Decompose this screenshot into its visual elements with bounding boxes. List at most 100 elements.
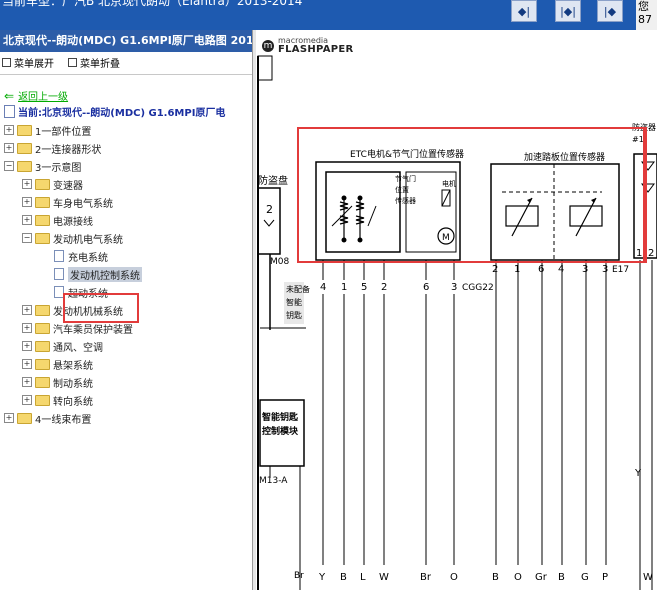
wire-color-gr: Gr [535, 572, 548, 583]
tree-item-body-electrical[interactable]: + 车身电气系统 [22, 194, 113, 210]
tree-item-suspension[interactable]: + 悬架系统 [22, 356, 93, 372]
wire-color-o: O [450, 572, 458, 583]
m08-label: M08 [270, 257, 289, 267]
tree-item-schematics[interactable]: − 3一示意图 [4, 158, 81, 174]
folder-icon [35, 196, 50, 208]
apps-pin-2: 2 [492, 264, 498, 275]
wire-color-b2: B [492, 572, 499, 583]
tree-item-label: 悬架系统 [53, 360, 93, 372]
tree-item-steering[interactable]: + 转向系统 [22, 392, 93, 408]
back-link[interactable]: ⇐ 返回上一级 [4, 88, 69, 104]
apps-pin-3a: 3 [582, 264, 588, 275]
tree-item-engine-control[interactable]: 发动机控制系统 [54, 266, 142, 282]
sidebar: 北京现代--朗动(MDC) G1.6MPI原厂电路图 2013 菜单展开 菜单折… [0, 30, 252, 590]
apps-pin-4: 4 [558, 264, 564, 275]
folder-icon [35, 376, 50, 388]
wire-color-b3: B [558, 572, 565, 583]
back-link-label: 返回上一级 [18, 92, 69, 103]
tree-item-power-wiring[interactable]: + 电源接线 [22, 212, 93, 228]
collapse-menu-label: 菜单折叠 [80, 58, 120, 70]
collapse-menu-button[interactable]: 菜单折叠 [68, 54, 120, 70]
expand-menu-label: 菜单展开 [14, 58, 54, 70]
wire-color-o2: O [514, 572, 522, 583]
expand-icon[interactable]: + [22, 179, 32, 189]
wire-color-br: Br [420, 572, 432, 583]
etc-pin-6: 6 [423, 282, 429, 293]
apps-connector-label: E17 [612, 265, 629, 275]
expand-icon[interactable]: + [4, 143, 14, 153]
expand-icon[interactable]: + [22, 377, 32, 387]
right-pin-2: 2 [648, 248, 654, 259]
nav-first-icon: ◆| [517, 4, 531, 18]
window-title: 当前车型：广汽B 北京现代朗动（Elantra）2013-2014 [2, 0, 303, 8]
expand-icon[interactable]: + [22, 197, 32, 207]
wire-color-b: B [340, 572, 347, 583]
wiring-diagram: 防盗盘 2 M08 未配备 智能 钥匙 智能钥匙 控制模块 M13-A ETC电… [257, 55, 657, 590]
etc-connector-label: CGG22 [462, 283, 494, 293]
current-location: 当前:北京现代--朗动(MDC) G1.6MPI原厂电 [4, 104, 225, 119]
tree-item-label: 车身电气系统 [53, 198, 113, 210]
folder-icon [35, 322, 50, 334]
expand-icon[interactable]: + [22, 305, 32, 315]
tree-item-label: 发动机电气系统 [53, 234, 123, 246]
tps-label-3: 传感器 [395, 196, 416, 205]
corner-text-1: 您 [638, 0, 649, 13]
folder-icon [35, 304, 50, 316]
tree-item-label: 转向系统 [53, 396, 93, 408]
highlight-box [63, 293, 139, 323]
expand-menu-button[interactable]: 菜单展开 [2, 54, 54, 70]
unassigned-line-3: 钥匙 [286, 310, 302, 320]
etc-pin-2: 2 [381, 282, 387, 293]
back-arrow-icon: ⇐ [4, 88, 15, 103]
wire-color-w: W [379, 572, 389, 583]
apps-title: 加速踏板位置传感器 [524, 151, 605, 163]
tree-item-connector-shape[interactable]: +2一连接器形状 [4, 140, 101, 156]
collapse-box-icon [68, 57, 77, 67]
tree-item-parts-location[interactable]: +1一部件位置 [4, 122, 91, 138]
apps-pin-1: 1 [514, 264, 520, 275]
sidebar-header: 北京现代--朗动(MDC) G1.6MPI原厂电路图 2013 [0, 30, 252, 52]
expand-icon[interactable]: + [22, 395, 32, 405]
etc-pin-4: 4 [320, 282, 326, 293]
tree-item-transmission[interactable]: + 变速器 [22, 176, 83, 192]
apps-pin-3b: 3 [602, 264, 608, 275]
current-location-label: 当前:北京现代--朗动(MDC) G1.6MPI原厂电 [18, 108, 226, 119]
unassigned-line-1: 未配备 [286, 284, 310, 294]
tree-item-label: 充电系统 [68, 252, 108, 264]
folder-icon [35, 394, 50, 406]
collapse-icon[interactable]: − [4, 161, 14, 171]
expand-icon[interactable]: + [22, 359, 32, 369]
smart-key-line-2: 控制模块 [262, 425, 299, 437]
tree-item-hvac[interactable]: + 通风、空调 [22, 338, 103, 354]
wire-color-w2: W [643, 572, 653, 583]
tree-item-label: 4一线束布置 [35, 414, 92, 426]
y-label: Y [634, 468, 642, 479]
expand-icon[interactable]: + [4, 413, 14, 423]
folder-open-icon [35, 232, 50, 244]
tree-item-brakes[interactable]: + 制动系统 [22, 374, 93, 390]
corner-panel: 您 87 [636, 0, 657, 30]
nav-last-button[interactable]: |◆ [597, 0, 623, 22]
tree-item-engine-electrical[interactable]: − 发动机电气系统 [22, 230, 123, 246]
sidebar-divider [0, 74, 252, 75]
nav-middle-button[interactable]: |◆| [555, 0, 581, 22]
unassigned-line-2: 智能 [286, 297, 302, 307]
expand-icon[interactable]: + [22, 215, 32, 225]
tree-item-label: 电源接线 [53, 216, 93, 228]
page-icon [54, 250, 64, 262]
tree-item-label: 通风、空调 [53, 342, 103, 354]
tree-item-label: 3一示意图 [35, 162, 82, 174]
expand-icon[interactable]: + [4, 125, 14, 135]
tree-item-charging[interactable]: 充电系统 [54, 248, 108, 264]
folder-icon [35, 358, 50, 370]
folder-icon [17, 412, 32, 424]
nav-first-button[interactable]: ◆| [511, 0, 537, 22]
tree-item-harness-layout[interactable]: +4一线束布置 [4, 410, 91, 426]
expand-icon[interactable]: + [22, 323, 32, 333]
expand-icon[interactable]: + [22, 341, 32, 351]
left-block-num: 2 [266, 203, 273, 216]
collapse-icon[interactable]: − [22, 233, 32, 243]
tree-item-label: 变速器 [53, 180, 83, 192]
folder-icon [35, 214, 50, 226]
nav-middle-icon: |◆| [560, 4, 576, 18]
